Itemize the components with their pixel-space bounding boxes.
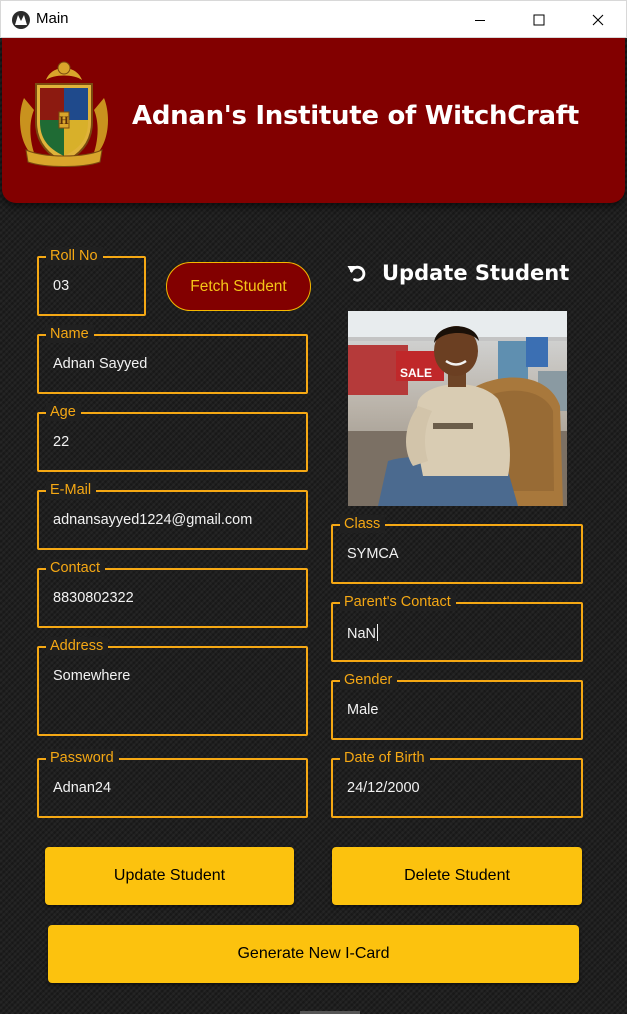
- roll-no-label: Roll No: [46, 247, 103, 265]
- app-title: Adnan's Institute of WitchCraft: [132, 101, 579, 131]
- roll-no-value: 03: [53, 278, 70, 294]
- email-field[interactable]: E-Mail adnansayyed1224@gmail.com: [37, 481, 308, 550]
- dob-value: 24/12/2000: [347, 780, 420, 796]
- svg-text:H: H: [59, 116, 68, 127]
- password-value: Adnan24: [53, 780, 112, 796]
- password-field[interactable]: Password Adnan24: [37, 749, 308, 818]
- parents-contact-label: Parent's Contact: [340, 593, 456, 611]
- undo-icon: [347, 265, 366, 282]
- minimize-icon: [474, 19, 485, 21]
- close-button[interactable]: [568, 1, 627, 38]
- address-label: Address: [46, 637, 109, 655]
- text-caret: [377, 624, 379, 641]
- contact-value: 8830802322: [53, 590, 134, 606]
- maximize-icon: [533, 14, 544, 25]
- close-icon: [592, 14, 603, 25]
- parents-contact-input[interactable]: NaN: [347, 624, 379, 642]
- class-label: Class: [340, 515, 386, 533]
- age-label: Age: [46, 403, 81, 421]
- header-banner: H Adnan's Institute of WitchCraft: [2, 38, 625, 203]
- name-label: Name: [46, 325, 94, 343]
- update-student-heading: Update Student: [346, 258, 569, 288]
- app-body: H Adnan's Institute of WitchCraft Roll N…: [0, 38, 627, 1014]
- parents-contact-field[interactable]: Parent's Contact NaN: [331, 593, 583, 662]
- maximize-button[interactable]: [509, 1, 568, 38]
- generate-icard-button[interactable]: Generate New I-Card: [48, 925, 579, 983]
- dob-field[interactable]: Date of Birth 24/12/2000: [331, 749, 583, 818]
- age-field[interactable]: Age 22: [37, 403, 308, 472]
- password-label: Password: [46, 749, 119, 767]
- contact-label: Contact: [46, 559, 105, 577]
- window-titlebar[interactable]: Main: [0, 0, 627, 38]
- crest-logo: H: [20, 61, 108, 167]
- gender-field[interactable]: Gender Male: [331, 671, 583, 740]
- name-field[interactable]: Name Adnan Sayyed: [37, 325, 308, 394]
- student-photo: SALE: [348, 311, 567, 506]
- delete-student-button[interactable]: Delete Student: [332, 847, 582, 905]
- gender-label: Gender: [340, 671, 398, 689]
- roll-no-field[interactable]: Roll No 03: [37, 247, 146, 316]
- update-student-button[interactable]: Update Student: [45, 847, 294, 905]
- class-value: SYMCA: [347, 546, 399, 562]
- contact-field[interactable]: Contact 8830802322: [37, 559, 308, 628]
- gender-value: Male: [347, 702, 379, 718]
- class-field[interactable]: Class SYMCA: [331, 515, 583, 584]
- window-title: Main: [36, 10, 69, 27]
- dob-label: Date of Birth: [340, 749, 430, 767]
- age-value: 22: [53, 434, 70, 450]
- parents-contact-value: NaN: [347, 626, 377, 642]
- svg-text:SALE: SALE: [400, 366, 432, 380]
- update-student-title: Update Student: [382, 261, 570, 285]
- fetch-student-button[interactable]: Fetch Student: [166, 262, 311, 311]
- address-value: Somewhere: [53, 668, 131, 684]
- name-value: Adnan Sayyed: [53, 356, 148, 372]
- app-icon: [12, 11, 30, 29]
- email-value: adnansayyed1224@gmail.com: [53, 512, 253, 528]
- email-label: E-Mail: [46, 481, 97, 499]
- minimize-button[interactable]: [450, 1, 509, 38]
- address-field[interactable]: Address Somewhere: [37, 637, 308, 736]
